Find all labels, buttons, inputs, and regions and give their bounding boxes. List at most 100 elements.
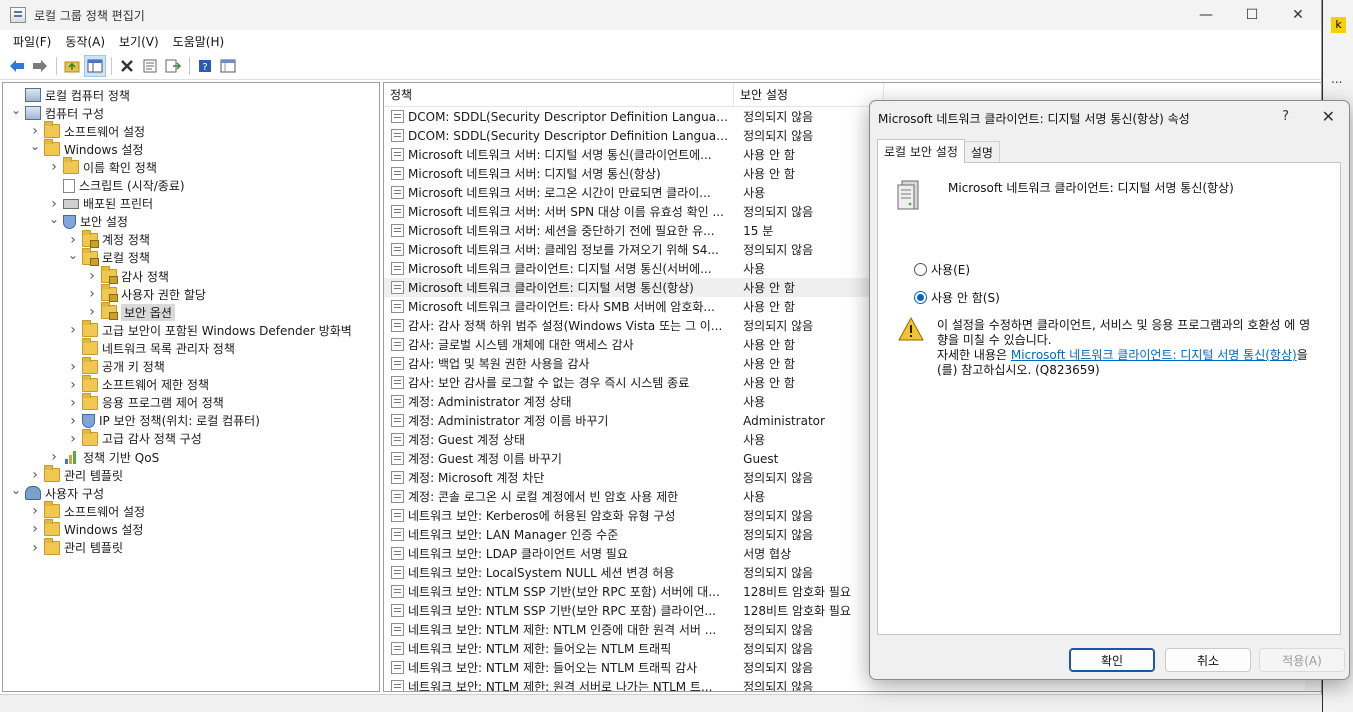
table-row[interactable]: Microsoft 네트워크 서버: 디지털 서명 통신(항상) 사용 안 함 xyxy=(384,164,884,183)
properties-icon[interactable] xyxy=(139,55,161,77)
chevron-down-icon[interactable]: ⌄ xyxy=(9,483,23,497)
view-icon[interactable] xyxy=(217,55,239,77)
menu-action[interactable]: 동작(A) xyxy=(58,33,112,50)
side-badge[interactable]: k xyxy=(1331,17,1346,33)
console-tree[interactable]: 로컬 컴퓨터 정책 ⌄ 컴퓨터 구성 › 소프트웨어 설정 ⌄ Windows 설정 › 이름 … xyxy=(2,82,380,692)
chevron-down-icon[interactable]: ⌄ xyxy=(66,248,80,262)
chevron-down-icon[interactable]: ⌄ xyxy=(28,139,42,153)
back-icon[interactable] xyxy=(6,55,28,77)
table-row[interactable]: 네트워크 보안: NTLM SSP 기반(보안 RPC 포함) 서버에 대...… xyxy=(384,582,884,601)
table-row[interactable]: 네트워크 보안: LocalSystem NULL 세션 변경 허용 정의되지 않… xyxy=(384,563,884,582)
show-hide-tree-icon[interactable] xyxy=(84,54,106,77)
table-row[interactable]: Microsoft 네트워크 서버: 클레임 정보를 가져오기 위해 S4...… xyxy=(384,240,884,259)
export-list-icon[interactable] xyxy=(162,55,184,77)
table-row[interactable]: 감사: 보안 감사를 로그할 수 없는 경우 즉시 시스템 종료 사용 안 함 xyxy=(384,373,884,392)
table-row[interactable]: Microsoft 네트워크 서버: 세션을 중단하기 전에 필요한 유... 1… xyxy=(384,221,884,240)
chevron-right-icon[interactable]: › xyxy=(85,304,99,320)
cancel-button[interactable]: 취소 xyxy=(1165,648,1251,672)
tree-item[interactable]: › 소프트웨어 설정 xyxy=(28,121,145,140)
chevron-right-icon[interactable]: › xyxy=(85,268,99,284)
tree-item[interactable]: › 응용 프로그램 제어 정책 xyxy=(66,392,224,412)
table-row[interactable]: 네트워크 보안: Kerberos에 허용된 암호화 유형 구성 정의되지 않음 xyxy=(384,506,884,525)
tree-item[interactable]: › IP 보안 정책(위치: 로컬 컴퓨터) xyxy=(66,412,260,430)
column-header-policy[interactable]: ^ 정책 xyxy=(384,83,734,107)
table-row[interactable]: DCOM: SDDL(Security Descriptor Definitio… xyxy=(384,107,884,126)
table-row[interactable]: 계정: 콘솔 로그온 시 로컬 계정에서 빈 암호 사용 제한 사용 xyxy=(384,487,884,506)
chevron-right-icon[interactable]: › xyxy=(28,123,42,139)
chevron-right-icon[interactable]: › xyxy=(66,322,80,338)
ok-button[interactable]: 확인 xyxy=(1069,648,1155,672)
tree-item[interactable]: 로컬 컴퓨터 정책 xyxy=(9,86,130,104)
table-row[interactable]: 네트워크 보안: NTLM 제한: 들어오는 NTLM 트래픽 정의되지 않음 xyxy=(384,639,884,658)
table-row[interactable]: DCOM: SDDL(Security Descriptor Definitio… xyxy=(384,126,884,145)
tree-item[interactable]: ⌄ 사용자 구성 xyxy=(9,483,104,502)
tree-item[interactable]: › 정책 기반 QoS xyxy=(47,448,159,466)
chevron-right-icon[interactable]: › xyxy=(85,286,99,302)
table-row[interactable]: 네트워크 보안: LDAP 클라이언트 서명 필요 서명 협상 xyxy=(384,544,884,563)
tree-item[interactable]: › 고급 보안이 포함된 Windows Defender 방화벽 xyxy=(66,320,352,339)
table-row[interactable]: Microsoft 네트워크 서버: 디지털 서명 통신(클라이언트에... 사용… xyxy=(384,145,884,164)
table-row[interactable]: Microsoft 네트워크 서버: 서버 SPN 대상 이름 유효성 확인 .… xyxy=(384,202,884,221)
more-options-icon[interactable]: ... xyxy=(1331,72,1342,86)
chevron-right-icon[interactable]: › xyxy=(28,503,42,519)
radio-enabled[interactable] xyxy=(914,263,927,276)
tree-item[interactable]: › 감사 정책 xyxy=(85,266,169,285)
option-enabled[interactable]: 사용(E) xyxy=(914,261,970,278)
table-row[interactable]: Microsoft 네트워크 클라이언트: 타사 SMB 서버에 암호화... 사… xyxy=(384,297,884,316)
chevron-right-icon[interactable]: › xyxy=(47,449,61,465)
table-row[interactable]: 계정: Guest 계정 상태 사용 xyxy=(384,430,884,449)
table-row[interactable]: 네트워크 보안: NTLM 제한: 원격 서버로 나가는 NTLM 트... 정의… xyxy=(384,677,884,691)
tree-item[interactable]: › 소프트웨어 제한 정책 xyxy=(66,374,209,394)
menu-help[interactable]: 도움말(H) xyxy=(166,33,232,50)
chevron-right-icon[interactable]: › xyxy=(28,521,42,537)
chevron-right-icon[interactable]: › xyxy=(47,159,61,175)
chevron-down-icon[interactable]: ⌄ xyxy=(47,212,61,226)
table-row[interactable]: 감사: 감사 정책 하위 범주 설정(Windows Vista 또는 그 이.… xyxy=(384,316,884,335)
tree-item[interactable]: › 소프트웨어 설정 xyxy=(28,501,145,520)
delete-icon[interactable] xyxy=(116,55,138,77)
table-row[interactable]: Microsoft 네트워크 서버: 로그온 시간이 만료되면 클라이... 사용 xyxy=(384,183,884,202)
radio-disabled[interactable] xyxy=(914,291,927,304)
maximize-button[interactable]: ☐ xyxy=(1229,0,1275,30)
table-row[interactable]: 계정: Administrator 계정 상태 사용 xyxy=(384,392,884,411)
table-row[interactable]: 계정: Microsoft 계정 차단 정의되지 않음 xyxy=(384,468,884,487)
menu-file[interactable]: 파일(F) xyxy=(6,33,58,50)
chevron-right-icon[interactable]: › xyxy=(66,377,80,393)
table-row[interactable]: 계정: Administrator 계정 이름 바꾸기 Administrator xyxy=(384,411,884,430)
tree-item[interactable]: 네트워크 목록 관리자 정책 xyxy=(66,338,235,357)
chevron-right-icon[interactable]: › xyxy=(47,196,61,212)
chevron-right-icon[interactable]: › xyxy=(28,467,42,483)
table-row[interactable]: 네트워크 보안: NTLM SSP 기반(보안 RPC 포함) 클라이언... 1… xyxy=(384,601,884,620)
tree-item[interactable]: › 사용자 권한 할당 xyxy=(85,284,206,303)
dialog-help-button[interactable]: ? xyxy=(1282,109,1289,124)
up-folder-icon[interactable] xyxy=(61,55,83,77)
tree-item[interactable]: › 이름 확인 정책 xyxy=(47,157,157,176)
option-disabled[interactable]: 사용 안 함(S) xyxy=(914,289,1000,306)
tree-item[interactable]: ⌄ 로컬 정책 xyxy=(66,247,150,267)
tree-item[interactable]: › 관리 템플릿 xyxy=(28,465,123,484)
column-header-setting[interactable]: 보안 설정 xyxy=(734,83,884,107)
table-row[interactable]: 네트워크 보안: NTLM 제한: NTLM 인증에 대한 원격 서버 ... 정… xyxy=(384,620,884,639)
menu-view[interactable]: 보기(V) xyxy=(112,33,166,50)
table-row[interactable]: 네트워크 보안: LAN Manager 인증 수준 정의되지 않음 xyxy=(384,525,884,544)
table-row[interactable]: 감사: 백업 및 복원 권한 사용을 감사 사용 안 함 xyxy=(384,354,884,373)
table-row[interactable]: 계정: Guest 계정 이름 바꾸기 Guest xyxy=(384,449,884,468)
tab-explain[interactable]: 설명 xyxy=(963,141,1000,163)
help-link[interactable]: Microsoft 네트워크 클라이언트: 디지털 서명 통신(항상) xyxy=(1011,348,1297,362)
tree-item[interactable]: › 배포된 프린터 xyxy=(47,195,153,213)
chevron-down-icon[interactable]: ⌄ xyxy=(9,103,23,117)
tree-item[interactable]: ⌄ 보안 설정 xyxy=(47,212,128,231)
tree-item[interactable]: › 고급 감사 정책 구성 xyxy=(66,428,202,448)
tree-item[interactable]: › 보안 옵션 xyxy=(85,302,175,321)
tree-item[interactable]: 스크립트 (시작/종료) xyxy=(47,177,185,195)
chevron-right-icon[interactable]: › xyxy=(66,413,80,429)
tree-item[interactable]: ⌄ 컴퓨터 구성 xyxy=(9,103,104,122)
table-row[interactable]: 감사: 글로벌 시스템 개체에 대한 액세스 감사 사용 안 함 xyxy=(384,335,884,354)
minimize-button[interactable]: — xyxy=(1183,0,1229,30)
table-row[interactable]: Microsoft 네트워크 클라이언트: 디지털 서명 통신(항상) 사용 안 … xyxy=(384,278,884,297)
chevron-right-icon[interactable]: › xyxy=(66,232,80,248)
apply-button[interactable]: 적용(A) xyxy=(1259,648,1345,672)
tree-item[interactable]: › 공개 키 정책 xyxy=(66,356,165,376)
dialog-close-button[interactable]: ✕ xyxy=(1322,107,1335,126)
chevron-right-icon[interactable]: › xyxy=(66,395,80,411)
